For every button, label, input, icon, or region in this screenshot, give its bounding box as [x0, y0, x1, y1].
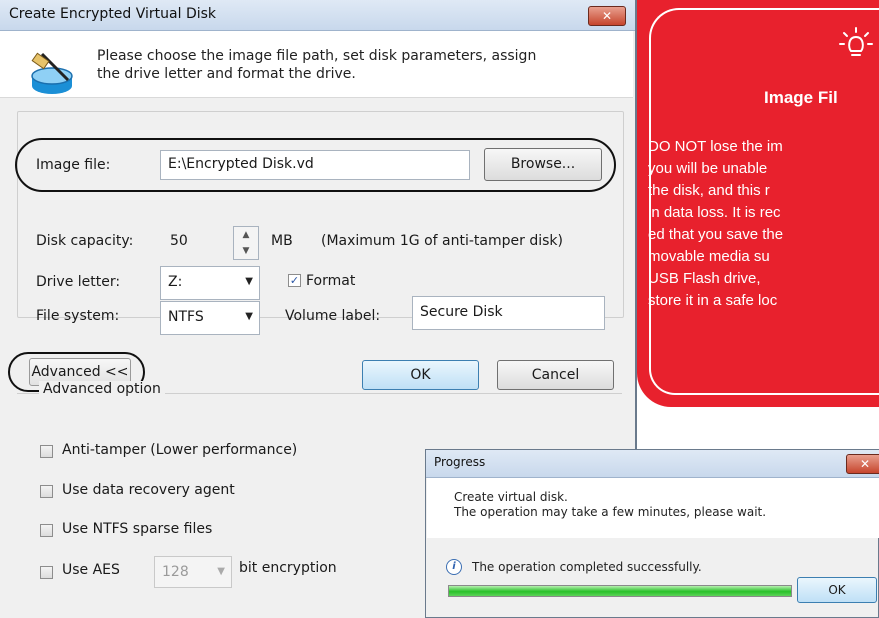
- spin-up-icon[interactable]: ▲: [234, 227, 258, 243]
- dialog-title: Create Encrypted Virtual Disk: [9, 6, 217, 22]
- warning-line: in data loss. It is rec: [648, 204, 781, 221]
- progress-message-line: Create virtual disk.: [454, 490, 568, 504]
- data-recovery-label: Use data recovery agent: [62, 482, 235, 498]
- progress-ok-button[interactable]: OK: [797, 577, 877, 603]
- progress-status: The operation completed successfully.: [472, 560, 702, 574]
- warning-text: DO NOT lose the im you will be unable th…: [648, 136, 879, 312]
- use-aes-checkbox[interactable]: [40, 566, 53, 579]
- progress-dialog: Progress ✕ Create virtual disk. The oper…: [425, 449, 879, 618]
- volume-label-input[interactable]: Secure Disk: [412, 296, 605, 330]
- ntfs-sparse-checkbox[interactable]: [40, 524, 53, 537]
- progress-bar: [448, 585, 792, 597]
- aes-bits-select[interactable]: 128 ▼: [154, 556, 232, 588]
- anti-tamper-checkbox[interactable]: [40, 445, 53, 458]
- file-system-select[interactable]: NTFS ▼: [160, 301, 260, 335]
- intro-text: Please choose the image file path, set d…: [97, 47, 617, 83]
- chevron-down-icon: ▼: [245, 276, 253, 287]
- capacity-spinner[interactable]: ▲ ▼: [233, 226, 259, 260]
- cancel-button[interactable]: Cancel: [497, 360, 614, 390]
- volume-label-label: Volume label:: [285, 308, 381, 324]
- progress-titlebar: Progress ✕: [426, 450, 879, 478]
- chevron-down-icon: ▼: [217, 566, 225, 577]
- drive-letter-label: Drive letter:: [36, 274, 121, 290]
- bit-encryption-label: bit encryption: [239, 560, 337, 576]
- warning-line: ed that you save the: [648, 226, 784, 243]
- warning-line: DO NOT lose the im: [648, 138, 783, 155]
- browse-button[interactable]: Browse...: [484, 148, 602, 181]
- use-aes-label: Use AES: [62, 562, 120, 578]
- data-recovery-checkbox[interactable]: [40, 485, 53, 498]
- capacity-unit: MB: [271, 233, 293, 249]
- progress-message-line: The operation may take a few minutes, pl…: [454, 505, 767, 519]
- drive-letter-value: Z:: [168, 274, 183, 290]
- lightbulb-icon: [839, 27, 873, 56]
- format-label: Format: [306, 273, 356, 289]
- spin-down-icon[interactable]: ▼: [234, 243, 258, 259]
- warning-line: store it in a safe loc: [648, 292, 778, 309]
- file-system-label: File system:: [36, 308, 120, 324]
- progress-bar-fill: [449, 586, 791, 596]
- warning-title: Image Fil: [764, 88, 838, 107]
- intro-line: Please choose the image file path, set d…: [97, 48, 537, 64]
- progress-title: Progress: [434, 455, 486, 469]
- disk-capacity-input[interactable]: 50: [163, 226, 233, 260]
- progress-close-button[interactable]: ✕: [846, 454, 879, 474]
- file-system-value: NTFS: [168, 309, 204, 325]
- anti-tamper-label: Anti-tamper (Lower performance): [62, 442, 298, 458]
- close-button[interactable]: ✕: [588, 6, 626, 26]
- image-file-input[interactable]: E:\Encrypted Disk.vd: [160, 150, 470, 180]
- intro-line: the drive letter and format the drive.: [97, 66, 356, 82]
- aes-bits-value: 128: [162, 564, 189, 580]
- warning-line: USB Flash drive,: [648, 270, 761, 287]
- info-icon: i: [446, 559, 462, 575]
- disk-wand-icon: [31, 52, 73, 94]
- disk-capacity-label: Disk capacity:: [36, 233, 134, 249]
- drive-letter-select[interactable]: Z: ▼: [160, 266, 260, 300]
- format-checkbox[interactable]: ✓: [288, 274, 301, 287]
- dialog-titlebar: Create Encrypted Virtual Disk ✕: [0, 0, 635, 31]
- advanced-group-label: Advanced option: [39, 381, 165, 397]
- progress-message: Create virtual disk. The operation may t…: [454, 490, 766, 520]
- chevron-down-icon: ▼: [245, 311, 253, 322]
- warning-line: the disk, and this r: [648, 182, 770, 199]
- ntfs-sparse-label: Use NTFS sparse files: [62, 521, 213, 537]
- capacity-note: (Maximum 1G of anti-tamper disk): [321, 233, 563, 249]
- image-file-label: Image file:: [36, 157, 111, 173]
- ok-button[interactable]: OK: [362, 360, 479, 390]
- warning-line: movable media su: [648, 248, 770, 265]
- warning-line: you will be unable: [648, 160, 768, 177]
